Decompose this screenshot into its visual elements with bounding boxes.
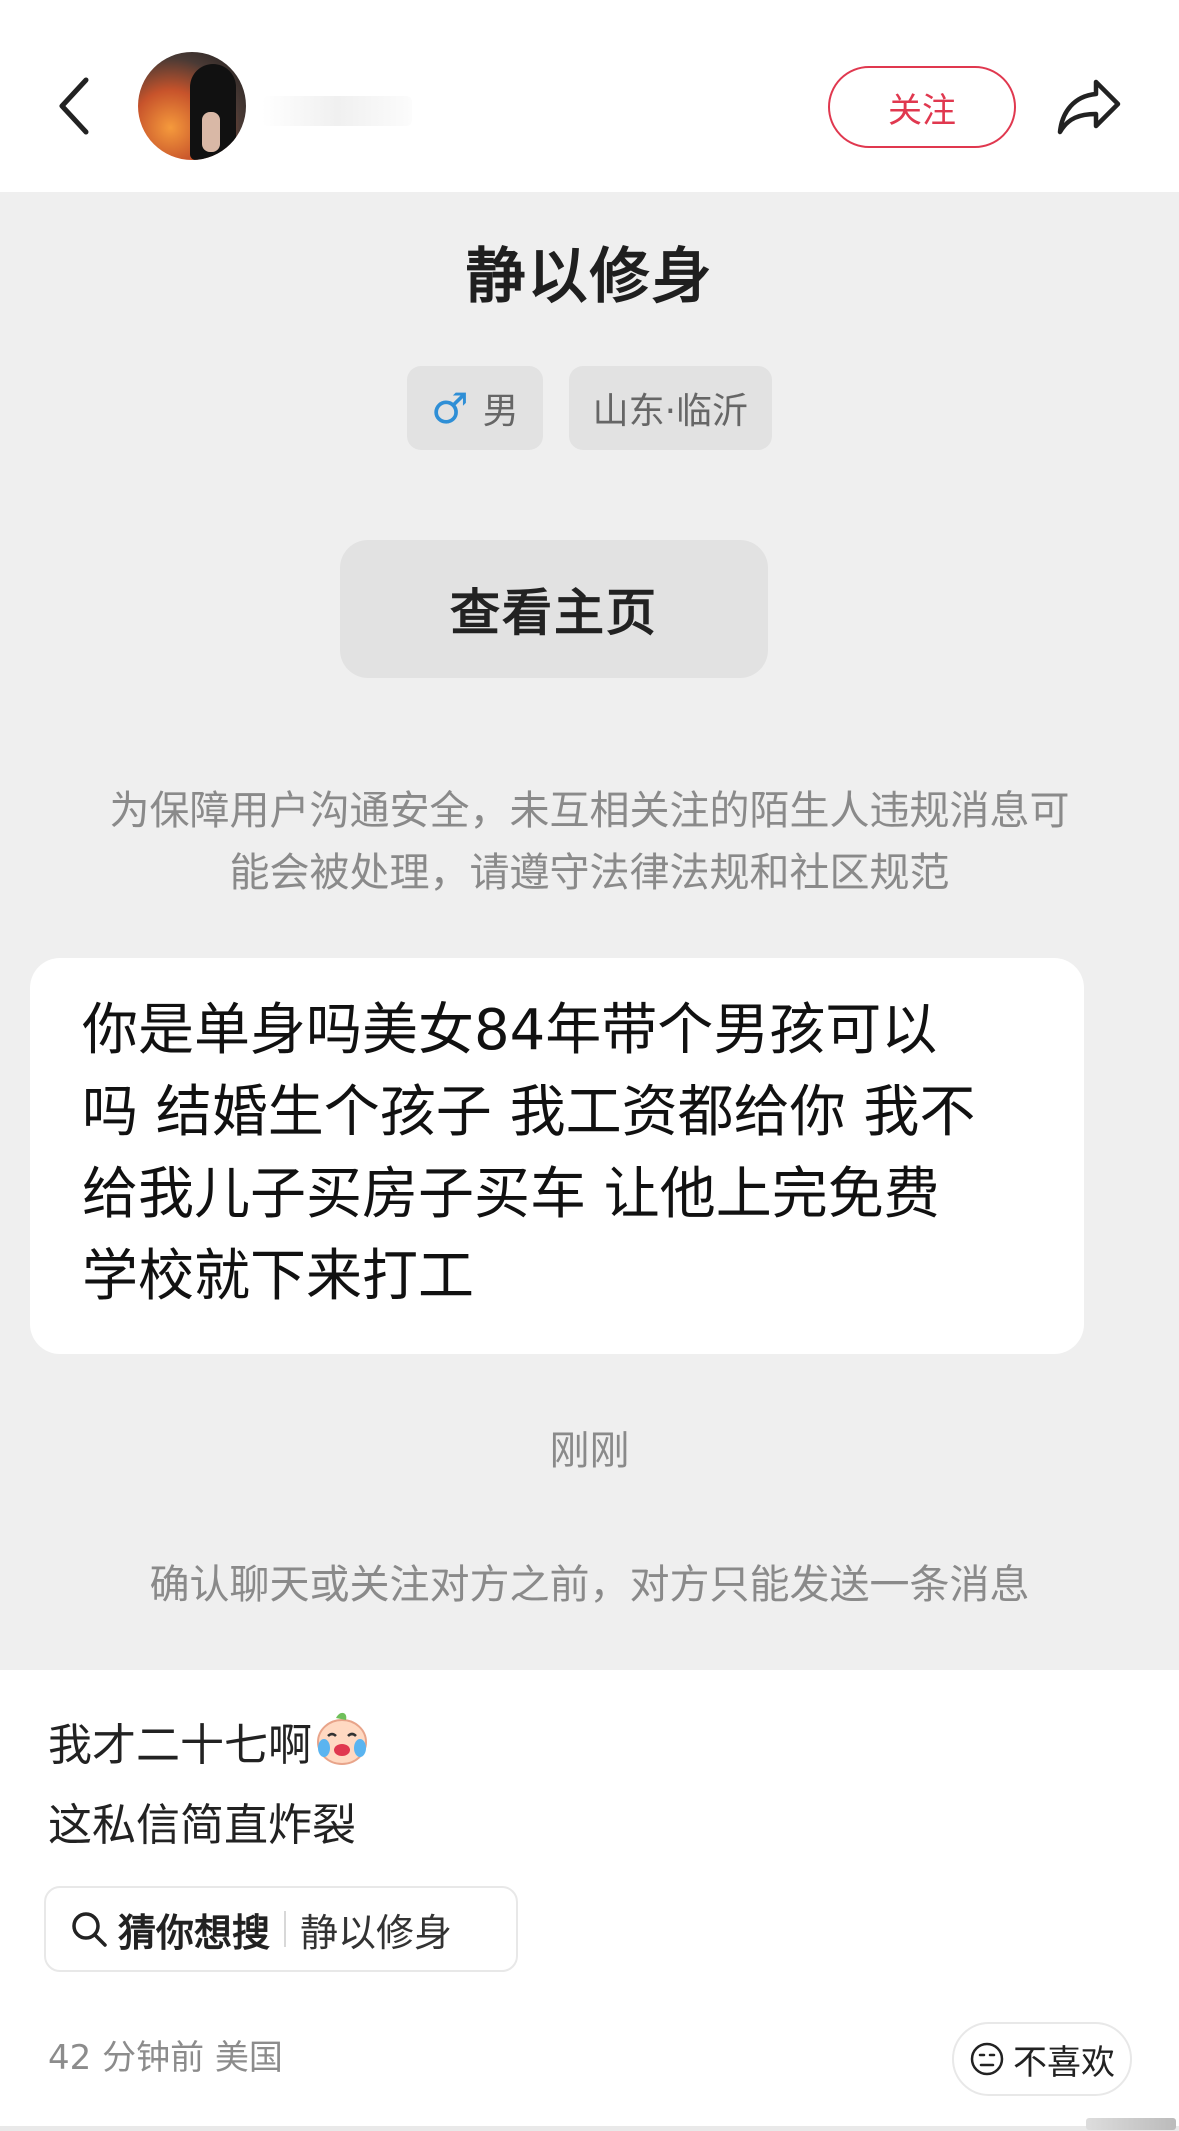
caption-text: 我才二十七啊: [48, 1720, 312, 1771]
message-limit-note: 确认聊天或关注对方之前，对方只能发送一条消息: [149, 1562, 1030, 1608]
divider: [284, 1911, 287, 1947]
gender-tag: ♂ 男: [406, 366, 543, 450]
male-icon: ♂: [430, 383, 469, 433]
avatar[interactable]: [138, 52, 246, 160]
follow-button[interactable]: 关注: [828, 66, 1016, 148]
suggested-search-chip[interactable]: 猜你想搜 静以修身: [44, 1886, 518, 1972]
message-line: 学校就下来打工: [82, 1244, 474, 1309]
post-meta: 42 分钟前 美国: [48, 2038, 283, 2078]
dislike-label: 不喜欢: [1013, 2042, 1115, 2083]
username-redacted: [262, 96, 412, 126]
share-button[interactable]: [1054, 70, 1126, 142]
view-homepage-button[interactable]: 查看主页: [340, 540, 768, 678]
caption-line: 这私信简直炸裂: [48, 1800, 356, 1851]
back-button[interactable]: [50, 70, 98, 142]
search-icon: [72, 1912, 107, 1947]
message-line: 给我儿子买房子买车 让他上完免费: [82, 1162, 940, 1227]
message-bubble[interactable]: 你是单身吗美女84年带个男孩可以 吗 结婚生个孩子 我工资都给你 我不 给我儿子…: [30, 958, 1084, 1354]
frown-face-icon: [970, 2042, 1004, 2076]
search-chip-label: 猜你想搜: [118, 1910, 271, 1955]
post-caption: 我才二十七啊 这私信简直炸裂: [48, 1706, 1128, 1866]
page-title: 静以修身: [465, 242, 714, 312]
dislike-button[interactable]: 不喜欢: [952, 2022, 1132, 2096]
message-line: 你是单身吗美女84年带个男孩可以: [82, 998, 938, 1063]
safety-notice-line: 能会被处理，请遵守法律法规和社区规范: [229, 850, 950, 896]
bottom-divider: [0, 2126, 1179, 2131]
top-bar: 关注: [0, 0, 1179, 192]
chevron-left-icon: [59, 77, 89, 135]
location-tag: 山东·临沂: [568, 366, 773, 450]
watermark: [1086, 2118, 1176, 2130]
search-chip-term: 静以修身: [300, 1910, 453, 1955]
safety-notice: 为保障用户沟通安全，未互相关注的陌生人违规消息可 能会被处理，请遵守法律法规和社…: [0, 780, 1179, 904]
caption-line: 我才二十七啊: [48, 1706, 1128, 1786]
gender-label: 男: [482, 391, 519, 432]
profile-tags: ♂ 男 山东·临沂: [0, 366, 1179, 450]
message-line: 吗 结婚生个孩子 我工资都给你 我不: [82, 1080, 976, 1145]
share-arrow-icon: [1057, 79, 1121, 135]
avatar-detail: [202, 112, 220, 152]
message-timestamp: 刚刚: [549, 1428, 630, 1474]
safety-notice-line: 为保障用户沟通安全，未互相关注的陌生人违规消息可: [109, 788, 1070, 834]
crying-emoji-icon: [312, 1708, 372, 1768]
